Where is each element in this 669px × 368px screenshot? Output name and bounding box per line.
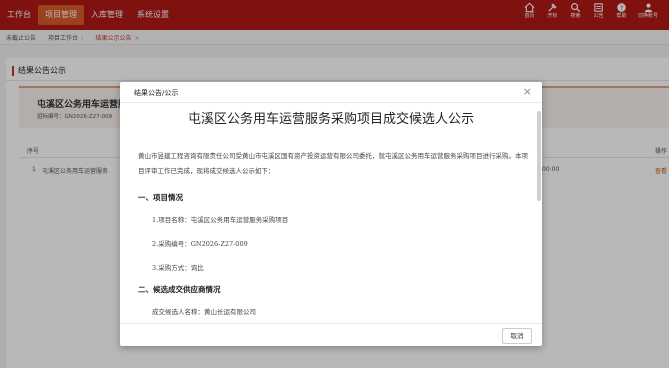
- dialog-header: 结果公告/公示 ×: [120, 82, 542, 103]
- dialog-body[interactable]: 屯溪区公务用车运营服务采购项目成交候选人公示 黄山市昱建工程咨询有限责任公司受黄…: [120, 103, 542, 323]
- intro-paragraph: 黄山市昱建工程咨询有限责任公司受黄山市屯溪区国有资产投资运营有限公司委托，就屯溪…: [138, 152, 528, 175]
- scrollbar[interactable]: [537, 111, 541, 201]
- candidate-supplier-item: 成交候选人名称：黄山长运有限公司: [152, 308, 256, 316]
- result-notice-dialog: 结果公告/公示 × 屯溪区公务用车运营服务采购项目成交候选人公示 黄山市昱建工程…: [120, 82, 542, 346]
- section-heading-project: 一、项目情况: [138, 193, 183, 202]
- cancel-button[interactable]: 取消: [502, 328, 532, 344]
- close-icon[interactable]: ×: [523, 85, 532, 98]
- document-title: 屯溪区公务用车运营服务采购项目成交候选人公示: [187, 112, 474, 127]
- procurement-method-item: 3.采购方式：询比: [152, 264, 204, 272]
- section-heading-supplier: 二、候选成交供应商情况: [138, 285, 221, 294]
- procurement-number-item: 2.采购编号：GN2026-Z27-009: [152, 240, 248, 248]
- project-name-item: 1.项目名称：屯溪区公务用车运营服务采购项目: [152, 216, 289, 224]
- dialog-footer: 取消: [120, 323, 542, 347]
- dialog-title: 结果公告/公示: [134, 89, 179, 97]
